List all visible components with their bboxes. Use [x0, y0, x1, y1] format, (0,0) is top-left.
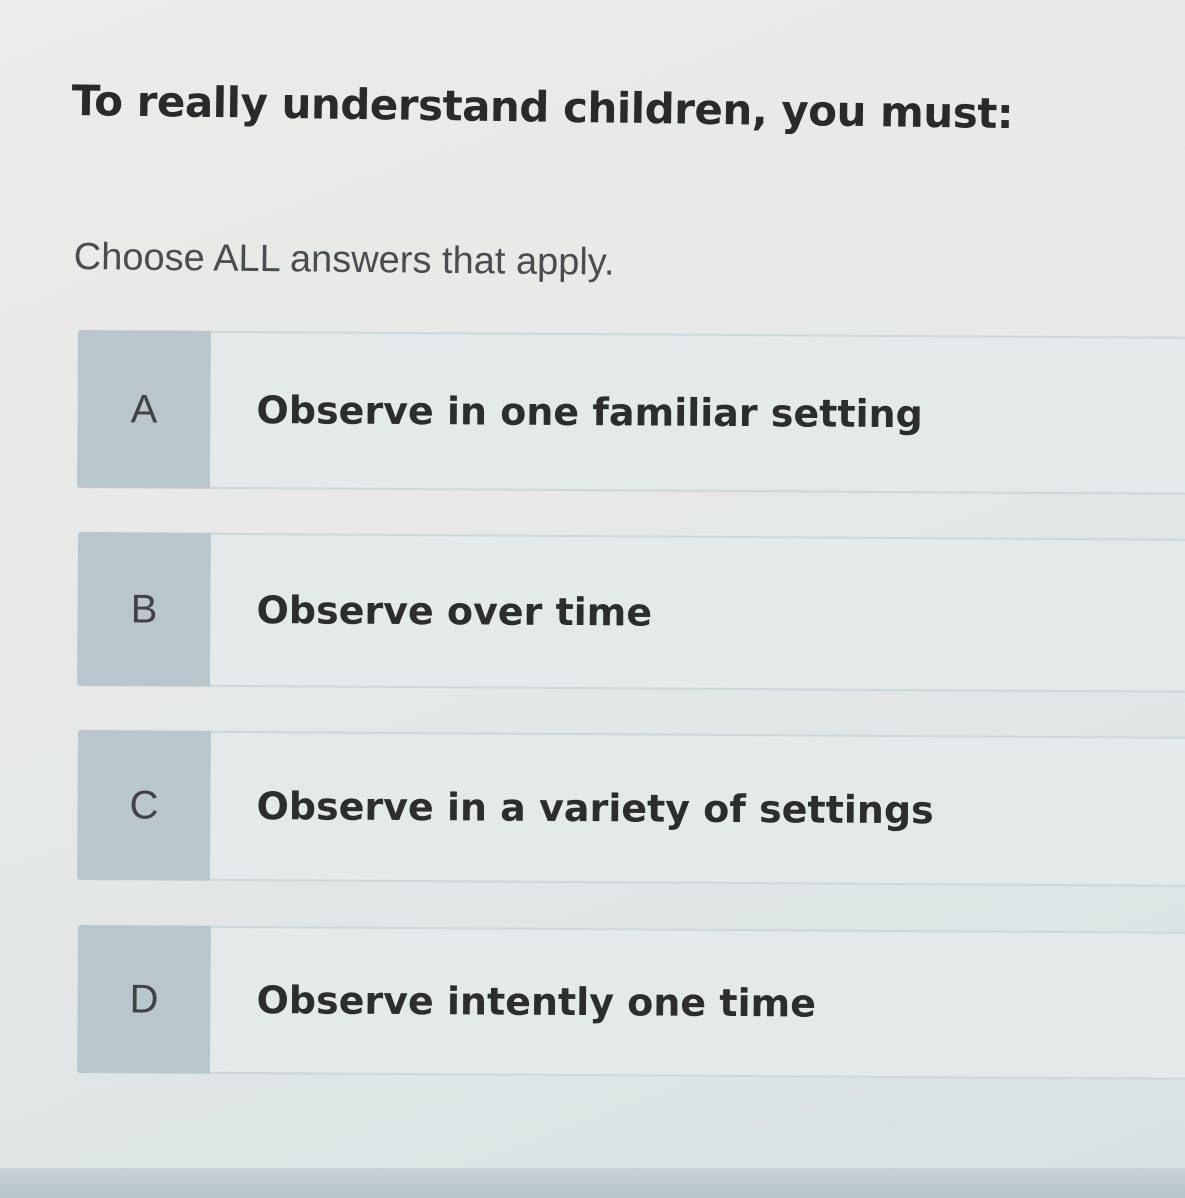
- option-body: Observe over time: [210, 532, 1185, 693]
- option-body: Observe in one familiar setting: [210, 330, 1185, 495]
- answer-option-c[interactable]: C Observe in a variety of settings: [77, 730, 1185, 887]
- option-text: Observe over time: [256, 588, 653, 635]
- option-text: Observe in a variety of settings: [256, 784, 934, 833]
- option-body: Observe in a variety of settings: [210, 730, 1185, 887]
- option-letter-box: D: [77, 925, 211, 1074]
- option-letter: A: [130, 386, 158, 431]
- option-letter-box: A: [77, 330, 211, 489]
- option-letter: D: [129, 976, 159, 1021]
- option-letter-box: C: [77, 730, 211, 881]
- option-letter: B: [130, 586, 158, 631]
- option-letter-box: B: [77, 532, 211, 687]
- answer-options-list: A Observe in one familiar setting B Obse…: [0, 0, 1185, 1198]
- option-text: Observe intently one time: [256, 978, 817, 1026]
- answer-option-a[interactable]: A Observe in one familiar setting: [77, 330, 1185, 495]
- option-letter: C: [129, 782, 159, 827]
- answer-option-d[interactable]: D Observe intently one time: [77, 925, 1185, 1080]
- option-text: Observe in one familiar setting: [256, 388, 923, 437]
- option-body: Observe intently one time: [210, 925, 1185, 1080]
- bottom-bar: [0, 1168, 1185, 1198]
- answer-option-b[interactable]: B Observe over time: [77, 532, 1185, 693]
